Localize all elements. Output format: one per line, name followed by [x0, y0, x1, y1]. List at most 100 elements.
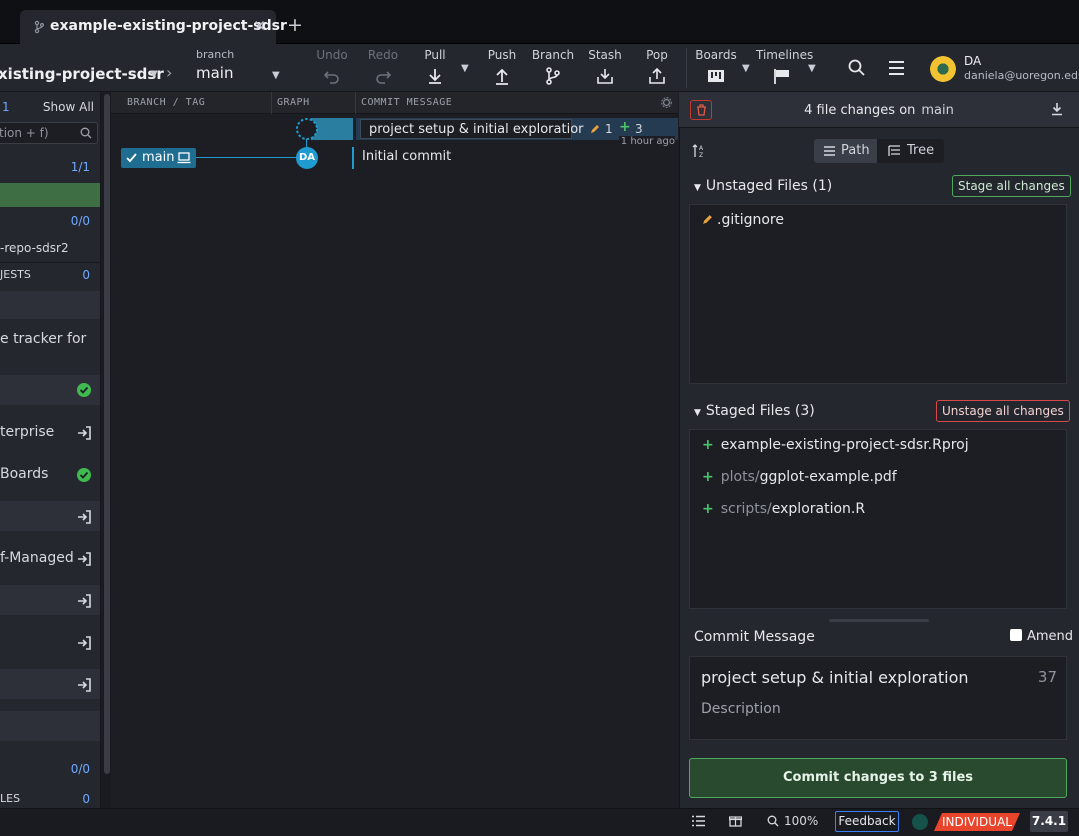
- sort-az-icon[interactable]: AZ: [692, 143, 708, 159]
- staged-file-row[interactable]: + scripts/exploration.R: [702, 501, 865, 517]
- sign-in-icon[interactable]: [76, 635, 92, 651]
- column-divider[interactable]: [355, 92, 356, 114]
- wip-added-count: 3: [635, 122, 643, 136]
- sign-in-icon[interactable]: [76, 509, 92, 525]
- tab-title: example-existing-project-sdsr: [50, 18, 287, 34]
- sign-in-icon[interactable]: [76, 551, 92, 567]
- unstaged-title: Unstaged Files (1): [705, 178, 833, 194]
- feedback-button[interactable]: Feedback: [835, 811, 899, 832]
- section-bar: [0, 291, 100, 319]
- staged-file-row[interactable]: + plots/ggplot-example.pdf: [702, 469, 897, 485]
- pull-options-icon[interactable]: ▼: [461, 63, 469, 74]
- branch-dropdown-icon[interactable]: ▼: [272, 70, 280, 81]
- svg-text:A: A: [699, 145, 704, 152]
- stash-button[interactable]: Stash: [580, 48, 630, 86]
- boards-icon: [708, 70, 724, 82]
- modified-pencil-icon: [591, 125, 599, 133]
- redo-button[interactable]: Redo: [358, 48, 408, 86]
- unstaged-header[interactable]: ▼ Unstaged Files (1): [694, 178, 832, 194]
- plan-badge[interactable]: INDIVIDUAL: [934, 813, 1020, 831]
- col-graph[interactable]: GRAPH: [277, 97, 310, 108]
- search-icon: [80, 127, 92, 139]
- commit-avatar[interactable]: DA: [296, 147, 318, 169]
- filter-input[interactable]: tion + f): [0, 122, 98, 144]
- connected-check-icon: [77, 383, 91, 397]
- added-plus-icon: +: [619, 119, 631, 135]
- filter-placeholder: tion + f): [0, 126, 49, 140]
- undo-button[interactable]: Undo: [307, 48, 357, 86]
- file-name: example-existing-project-sdsr.Rproj: [720, 437, 969, 453]
- staged-file-row[interactable]: + example-existing-project-sdsr.Rproj: [702, 437, 969, 453]
- sign-in-icon[interactable]: [76, 677, 92, 693]
- list-view-icon[interactable]: [692, 815, 705, 827]
- stage-all-button[interactable]: Stage all changes: [952, 175, 1071, 197]
- menu-icon[interactable]: [888, 60, 905, 76]
- changes-title: 4 file changes on main: [679, 103, 1079, 118]
- staged-header[interactable]: ▼ Staged Files (3): [694, 403, 815, 419]
- sign-in-icon[interactable]: [76, 425, 92, 441]
- col-commit-message[interactable]: COMMIT MESSAGE: [361, 97, 452, 108]
- branch-label-main[interactable]: main: [121, 148, 196, 168]
- remote-item[interactable]: -repo-sdsr2: [0, 241, 100, 255]
- modified-pencil-icon: [703, 215, 712, 224]
- branch-button-label: Branch: [531, 48, 575, 62]
- undo-label: Undo: [316, 48, 348, 62]
- file-name: .gitignore: [717, 212, 784, 228]
- show-all-link[interactable]: Show All: [43, 100, 94, 114]
- remote-count: 0/0: [70, 214, 90, 228]
- repo-dropdown-icon[interactable]: ▼: [150, 69, 158, 80]
- repo-tab[interactable]: example-existing-project-sdsr ✕: [20, 10, 287, 44]
- branch-button[interactable]: Branch: [528, 48, 578, 86]
- left-panel-scrollbar[interactable]: [102, 92, 111, 808]
- commit-summary-input[interactable]: project setup & initial exploration: [701, 668, 969, 687]
- collapse-caret-icon: ▼: [694, 183, 701, 193]
- download-icon[interactable]: [1050, 102, 1064, 116]
- push-button[interactable]: Push: [477, 48, 527, 86]
- commit-button[interactable]: Commit changes to 3 files: [689, 758, 1067, 798]
- new-tab-button[interactable]: +: [287, 16, 303, 35]
- sign-in-icon[interactable]: [76, 593, 92, 609]
- user-avatar[interactable]: [930, 56, 956, 82]
- repo-name[interactable]: xisting-project-sdsr: [0, 65, 164, 83]
- pull-button[interactable]: Pull: [410, 48, 460, 86]
- unstaged-file-row[interactable]: .gitignore: [702, 212, 784, 228]
- col-branch-tag[interactable]: BRANCH / TAG: [127, 97, 205, 108]
- settings-gear-icon[interactable]: [661, 97, 672, 108]
- laptop-icon: [177, 152, 191, 164]
- search-icon[interactable]: [848, 59, 866, 77]
- branch-icon: [34, 20, 44, 34]
- gift-icon[interactable]: [729, 814, 742, 827]
- commit-description-input[interactable]: Description: [701, 701, 781, 717]
- commit-row[interactable]: main DA Initial commit: [111, 145, 678, 171]
- amend-checkbox[interactable]: Amend: [1010, 629, 1073, 644]
- changes-branch: main: [921, 103, 954, 118]
- timelines-button[interactable]: Timelines: [756, 48, 814, 86]
- branch-item-main[interactable]: [0, 183, 100, 207]
- timelines-options-icon[interactable]: ▼: [808, 63, 816, 74]
- checkmark-icon: [126, 153, 137, 163]
- column-divider[interactable]: [271, 92, 272, 114]
- unstage-all-button[interactable]: Unstage all changes: [936, 400, 1070, 422]
- boards-button[interactable]: Boards: [691, 48, 741, 86]
- wip-message-input[interactable]: project setup & initial exploratior: [360, 119, 584, 139]
- zoom-icon[interactable]: [767, 815, 779, 827]
- timelines-label: Timelines: [756, 48, 814, 62]
- file-name: exploration.R: [771, 501, 866, 517]
- local-header[interactable]: 1 Show All: [0, 100, 100, 118]
- user-email: daniela@uoregon.edu: [964, 69, 1079, 82]
- close-tab-icon[interactable]: ✕: [253, 17, 266, 35]
- integration-row[interactable]: [0, 375, 100, 405]
- checkbox-icon[interactable]: [1010, 629, 1022, 641]
- wip-row[interactable]: project setup & initial exploratior 1 + …: [111, 116, 678, 149]
- list-icon: [824, 146, 835, 156]
- path-view-button[interactable]: Path: [814, 139, 877, 163]
- resize-handle[interactable]: [829, 619, 929, 622]
- pop-button[interactable]: Pop: [632, 48, 682, 86]
- collapse-caret-icon: ▼: [694, 408, 701, 418]
- scrollbar-thumb[interactable]: [104, 94, 110, 774]
- zoom-level[interactable]: 100%: [784, 814, 818, 828]
- boards-options-icon[interactable]: ▼: [742, 63, 750, 74]
- branch-selector[interactable]: main: [196, 64, 233, 82]
- tree-view-button[interactable]: Tree: [877, 139, 944, 163]
- branch-connector-line: [196, 157, 296, 158]
